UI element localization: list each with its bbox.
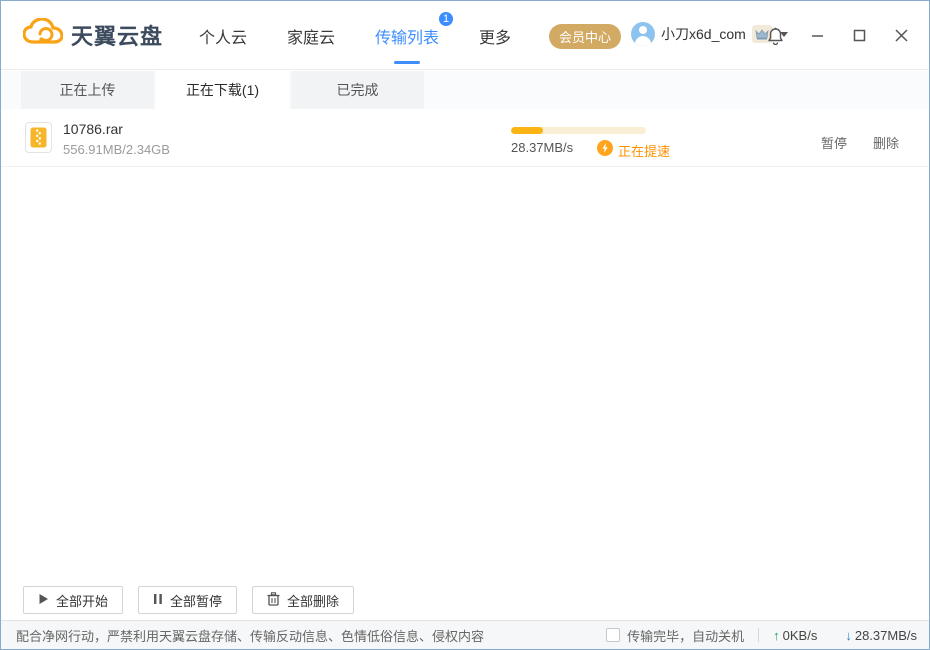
- maximize-button[interactable]: [845, 22, 873, 50]
- delete-all-label: 全部删除: [287, 591, 339, 610]
- nav-label: 传输列表: [375, 30, 439, 47]
- pause-task-button[interactable]: 暂停: [821, 133, 847, 152]
- tab-label: 正在下载(1): [186, 80, 259, 100]
- nav-label: 更多: [479, 30, 511, 47]
- download-task-row[interactable]: 10786.rar 556.91MB/2.34GB 28.37MB/s 正在提速…: [1, 111, 929, 167]
- rar-file-icon: [25, 122, 52, 153]
- upload-arrow-icon: ↑: [773, 628, 780, 643]
- bulk-actions-toolbar: 全部开始 全部暂停 全部删除: [1, 586, 929, 616]
- tab-completed[interactable]: 已完成: [291, 71, 424, 109]
- download-speed: 28.37MB/s: [511, 140, 573, 155]
- notification-bell-icon[interactable]: [761, 22, 789, 50]
- progress-bar: [511, 127, 646, 134]
- tab-downloading[interactable]: 正在下载(1): [156, 71, 289, 109]
- total-upload-speed: ↑ 0KB/s: [773, 628, 817, 643]
- tab-label: 已完成: [337, 80, 379, 100]
- progress-bar-fill: [511, 127, 543, 134]
- active-nav-underline: [394, 61, 420, 64]
- auto-shutdown-checkbox[interactable]: [606, 628, 620, 642]
- total-download-speed: ↓ 28.37MB/s: [845, 628, 917, 643]
- app-logo: 天翼云盘: [23, 18, 163, 51]
- compliance-notice: 配合净网行动，严禁利用天翼云盘存储、传输反动信息、色情低俗信息、侵权内容: [16, 626, 484, 645]
- minimize-button[interactable]: [803, 22, 831, 50]
- nav-item-more[interactable]: 更多: [479, 20, 511, 52]
- main-nav: 个人云 家庭云 传输列表 1 更多: [199, 1, 511, 70]
- close-button[interactable]: [887, 22, 915, 50]
- pause-all-button[interactable]: 全部暂停: [138, 586, 237, 614]
- transfer-tabstrip: 正在上传 正在下载(1) 已完成: [1, 71, 929, 109]
- nav-item-family-cloud[interactable]: 家庭云: [287, 20, 335, 52]
- lightning-boost-icon: [597, 140, 613, 161]
- divider: [758, 628, 759, 642]
- boost-status: 正在提速: [597, 140, 670, 161]
- transfer-count-badge: 1: [437, 10, 455, 28]
- pause-icon: [153, 593, 163, 608]
- tab-uploading[interactable]: 正在上传: [21, 71, 154, 109]
- boost-label: 正在提速: [618, 141, 670, 160]
- username: 小刀x6d_com: [661, 24, 746, 44]
- nav-label: 家庭云: [287, 30, 335, 47]
- start-all-button[interactable]: 全部开始: [23, 586, 123, 614]
- delete-task-button[interactable]: 删除: [873, 133, 899, 152]
- file-name: 10786.rar: [63, 121, 123, 137]
- user-avatar: [631, 22, 655, 46]
- start-all-label: 全部开始: [56, 591, 108, 610]
- nav-label: 个人云: [199, 30, 247, 47]
- download-speed-value: 28.37MB/s: [855, 628, 917, 643]
- logo-text: 天翼云盘: [71, 19, 163, 51]
- download-arrow-icon: ↓: [845, 628, 852, 643]
- app-header: 天翼云盘 个人云 家庭云 传输列表 1 更多 会员中心 小刀x6d_com: [1, 1, 929, 70]
- cloud-logo-icon: [23, 18, 63, 51]
- delete-all-button[interactable]: 全部删除: [252, 586, 354, 614]
- file-size-progress: 556.91MB/2.34GB: [63, 142, 170, 157]
- nav-item-personal-cloud[interactable]: 个人云: [199, 20, 247, 52]
- pause-all-label: 全部暂停: [170, 591, 222, 610]
- nav-item-transfer-list[interactable]: 传输列表 1: [375, 20, 439, 52]
- tab-label: 正在上传: [60, 80, 116, 100]
- status-bar: 配合净网行动，严禁利用天翼云盘存储、传输反动信息、色情低俗信息、侵权内容 传输完…: [1, 620, 929, 649]
- trash-icon: [267, 592, 280, 609]
- auto-shutdown-label: 传输完毕，自动关机: [627, 626, 744, 645]
- play-icon: [38, 593, 49, 608]
- tabstrip-lead: [1, 71, 21, 109]
- member-center-button[interactable]: 会员中心: [549, 24, 621, 49]
- upload-speed-value: 0KB/s: [783, 628, 818, 643]
